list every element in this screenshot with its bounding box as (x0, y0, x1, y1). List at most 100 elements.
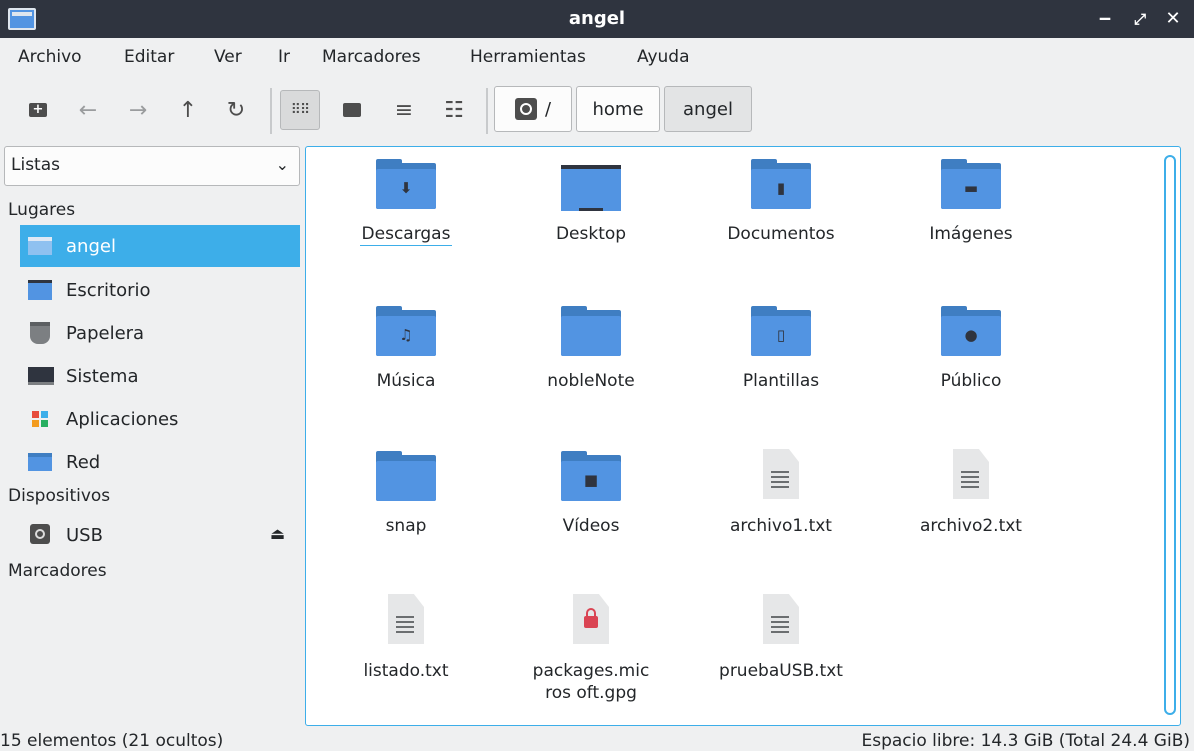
thumbnail-view-button[interactable] (332, 90, 372, 130)
sidebar-item-label: angel (66, 235, 116, 257)
arrow-up-icon: ↑ (178, 97, 198, 123)
folder-emblem: ▬ (963, 179, 979, 197)
menu-ayuda[interactable]: Ayuda (637, 47, 690, 67)
file-name: Público (940, 371, 1002, 391)
sidebar-item-aplicaciones[interactable]: Aplicaciones (20, 398, 300, 440)
detailed-view-button[interactable]: ☷ (434, 90, 474, 130)
menu-ir[interactable]: Ir (278, 47, 290, 67)
file-item[interactable]: ● Público (886, 302, 1056, 392)
folder-emblem: ▮ (776, 179, 786, 197)
sidebar-item-papelera[interactable]: Papelera (20, 312, 300, 354)
menu-marcadores[interactable]: Marcadores (322, 47, 421, 67)
sidebar-item-label: Escritorio (66, 279, 151, 301)
breadcrumb-root[interactable]: / (494, 86, 572, 132)
folder-icon: ■ (559, 447, 623, 507)
folder-icon: ▮ (749, 155, 813, 215)
file-item[interactable]: packages.micros oft.gpg (506, 592, 676, 704)
file-name: Plantillas (742, 371, 820, 391)
file-item[interactable]: ⬇ Descargas (321, 155, 491, 246)
sidebar-item-label: Aplicaciones (66, 408, 179, 430)
file-item[interactable]: ♫ Música (321, 302, 491, 392)
file-view[interactable]: ⬇ Descargas Desktop ▮ Documentos ▬ Imágenes ♫ Mú… (305, 146, 1181, 726)
folder-emblem: ♫ (399, 326, 413, 344)
grid-icon: ⠿⠿ (290, 102, 310, 118)
drive-icon (514, 98, 537, 120)
folder-emblem: ■ (583, 471, 599, 489)
file-item[interactable]: listado.txt (321, 592, 491, 682)
breadcrumb-angel[interactable]: angel (664, 86, 752, 132)
file-item[interactable]: nobleNote (506, 302, 676, 392)
file-item[interactable]: archivo1.txt (696, 447, 866, 537)
applications-icon (28, 408, 52, 430)
file-name: listado.txt (363, 661, 449, 681)
folder-icon: ▯ (749, 302, 813, 362)
reload-button[interactable]: ↻ (216, 90, 256, 130)
text-file-icon (939, 447, 1003, 507)
menu-bar: Archivo Editar Ver Ir Marcadores Herrami… (0, 38, 1194, 78)
file-name: Imágenes (929, 224, 1013, 244)
sidebar-item-label: USB (66, 524, 103, 546)
reload-icon: ↻ (226, 97, 246, 123)
maximize-button[interactable]: ⤢ (1127, 6, 1153, 32)
detailed-list-icon: ☷ (444, 97, 464, 123)
home-folder-icon (28, 235, 52, 257)
file-name: packages.micros oft.gpg (532, 661, 650, 703)
window-title: angel (568, 8, 626, 29)
menu-editar[interactable]: Editar (124, 47, 174, 67)
file-name: archivo1.txt (730, 516, 832, 536)
breadcrumb-home[interactable]: home (576, 86, 660, 132)
menu-herramientas[interactable]: Herramientas (470, 47, 586, 67)
text-file-icon (749, 447, 813, 507)
section-lugares: Lugares (8, 200, 76, 220)
sidebar-item-escritorio[interactable]: Escritorio (20, 269, 300, 311)
folder-icon: ⬇ (374, 155, 438, 215)
status-item-count: 15 elementos (21 ocultos) (0, 731, 224, 751)
folder-icon: ▬ (939, 155, 1003, 215)
vertical-scrollbar[interactable] (1164, 155, 1176, 715)
file-item[interactable]: pruebaUSB.txt (696, 592, 866, 682)
folder-icon (374, 447, 438, 507)
forward-button[interactable]: → (118, 90, 158, 130)
sidebar-item-sistema[interactable]: Sistema (20, 355, 300, 397)
toolbar-separator (270, 88, 272, 134)
trash-icon (28, 322, 52, 344)
file-item[interactable]: archivo2.txt (886, 447, 1056, 537)
minimize-button[interactable]: ‒ (1092, 6, 1118, 32)
sidebar: Listas ⌄ Lugares angel Escritorio Papele… (0, 142, 303, 725)
close-button[interactable]: ✕ (1160, 6, 1186, 32)
chevron-down-icon: ⌄ (275, 155, 289, 174)
icon-view-button[interactable]: ⠿⠿ (280, 90, 320, 130)
file-item[interactable]: ▬ Imágenes (886, 155, 1056, 245)
eject-icon[interactable]: ⏏ (270, 524, 285, 543)
sidebar-item-angel[interactable]: angel (20, 225, 300, 267)
file-item[interactable]: snap (321, 447, 491, 537)
new-tab-button[interactable]: + (18, 90, 58, 130)
folder-emblem: ⬇ (399, 179, 413, 197)
sidebar-item-label: Red (66, 451, 101, 473)
menu-archivo[interactable]: Archivo (18, 47, 82, 67)
file-item[interactable]: ▯ Plantillas (696, 302, 866, 392)
computer-icon (28, 365, 54, 387)
new-tab-icon: + (29, 103, 47, 117)
sidebar-item-usb[interactable]: USB ⏏ (20, 514, 300, 556)
folder-emblem: ● (964, 326, 978, 344)
menu-ver[interactable]: Ver (214, 47, 242, 67)
side-pane-mode-select[interactable]: Listas ⌄ (4, 146, 300, 186)
status-bar: 15 elementos (21 ocultos) Espacio libre:… (0, 727, 1194, 751)
sidebar-item-red[interactable]: Red (20, 441, 300, 483)
file-item[interactable]: ▮ Documentos (696, 155, 866, 245)
folder-icon: ♫ (374, 302, 438, 362)
desktop-icon (28, 279, 52, 301)
file-item[interactable]: ■ Vídeos (506, 447, 676, 537)
compact-view-button[interactable]: ≡ (384, 90, 424, 130)
sidebar-item-label: Sistema (66, 365, 139, 387)
section-dispositivos: Dispositivos (8, 486, 111, 506)
select-value: Listas (11, 155, 60, 175)
file-name: archivo2.txt (920, 516, 1022, 536)
file-item[interactable]: Desktop (506, 155, 676, 245)
usb-drive-icon (28, 524, 52, 546)
toolbar-separator (486, 88, 488, 134)
file-name: Vídeos (562, 516, 620, 536)
up-button[interactable]: ↑ (168, 90, 208, 130)
back-button[interactable]: ← (68, 90, 108, 130)
